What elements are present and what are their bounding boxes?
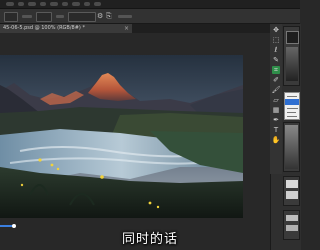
menu-item[interactable] (287, 96, 297, 97)
color-swatch[interactable] (286, 31, 299, 44)
document-tab-bar: 45-06-5.psd @ 100% (RGB/8#) * × (0, 24, 270, 33)
document-tab[interactable]: 45-06-5.psd @ 100% (RGB/8#) * × (0, 24, 132, 33)
marquee-tool-icon[interactable]: ⬚ (272, 36, 280, 44)
option-label (118, 15, 132, 18)
options-bar: ⚙ ⎘ (0, 9, 300, 24)
quick-select-tool-icon[interactable]: ✎ (272, 56, 280, 64)
panel-preview (286, 47, 298, 81)
menu-item[interactable] (287, 108, 298, 109)
eyedropper-tool-icon[interactable]: ✐ (272, 76, 280, 84)
option-label (56, 15, 64, 18)
menu-item[interactable] (287, 116, 297, 117)
landscape-photo (0, 55, 243, 218)
menu-item[interactable] (72, 2, 80, 6)
option-label (22, 15, 32, 18)
menu-highlight[interactable] (285, 99, 299, 105)
pen-tool-icon[interactable]: ✒ (272, 116, 280, 124)
layer-thumbnails[interactable] (283, 176, 300, 206)
close-icon[interactable]: × (124, 24, 129, 33)
tool-preset-picker[interactable] (4, 12, 18, 22)
option-icon[interactable]: ⚙ (97, 9, 103, 23)
brush-tool-icon[interactable]: 🖌 (272, 86, 281, 94)
context-menu[interactable] (284, 92, 300, 120)
video-subtitle: 同时的话 (121, 232, 178, 247)
layers-panel[interactable] (283, 122, 300, 172)
menu-bar (0, 0, 300, 9)
lasso-tool-icon[interactable]: ℓ (272, 46, 280, 54)
menu-item[interactable] (28, 2, 36, 6)
menu-item[interactable] (94, 2, 101, 6)
gradient-preview (285, 125, 298, 169)
move-tool-icon[interactable]: ✥ (272, 26, 280, 34)
eraser-tool-icon[interactable]: ▱ (272, 96, 280, 104)
option-icon[interactable]: ⎘ (106, 9, 112, 23)
text-tool-icon[interactable]: T (272, 126, 280, 134)
crop-tool-icon[interactable]: ⌗ (272, 66, 280, 74)
layer-thumbnail[interactable] (286, 180, 298, 188)
properties-panel[interactable] (283, 26, 300, 86)
layer-thumbnail[interactable] (286, 191, 298, 199)
option-field[interactable] (68, 12, 96, 22)
document-canvas[interactable] (0, 55, 243, 218)
layer-thumbnail[interactable] (286, 215, 298, 221)
menu-item[interactable] (50, 2, 58, 6)
menu-item[interactable] (18, 2, 24, 6)
gradient-tool-icon[interactable]: ▦ (272, 106, 280, 114)
menu-item[interactable] (6, 2, 14, 6)
menu-item[interactable] (287, 112, 296, 113)
option-dropdown[interactable] (36, 12, 52, 22)
menu-item[interactable] (40, 2, 46, 6)
document-tab-title: 45-06-5.psd @ 100% (RGB/8#) * (3, 25, 85, 31)
menu-item[interactable] (84, 2, 90, 6)
hand-tool-icon[interactable]: ✋ (272, 136, 281, 144)
menu-item[interactable] (62, 2, 68, 6)
